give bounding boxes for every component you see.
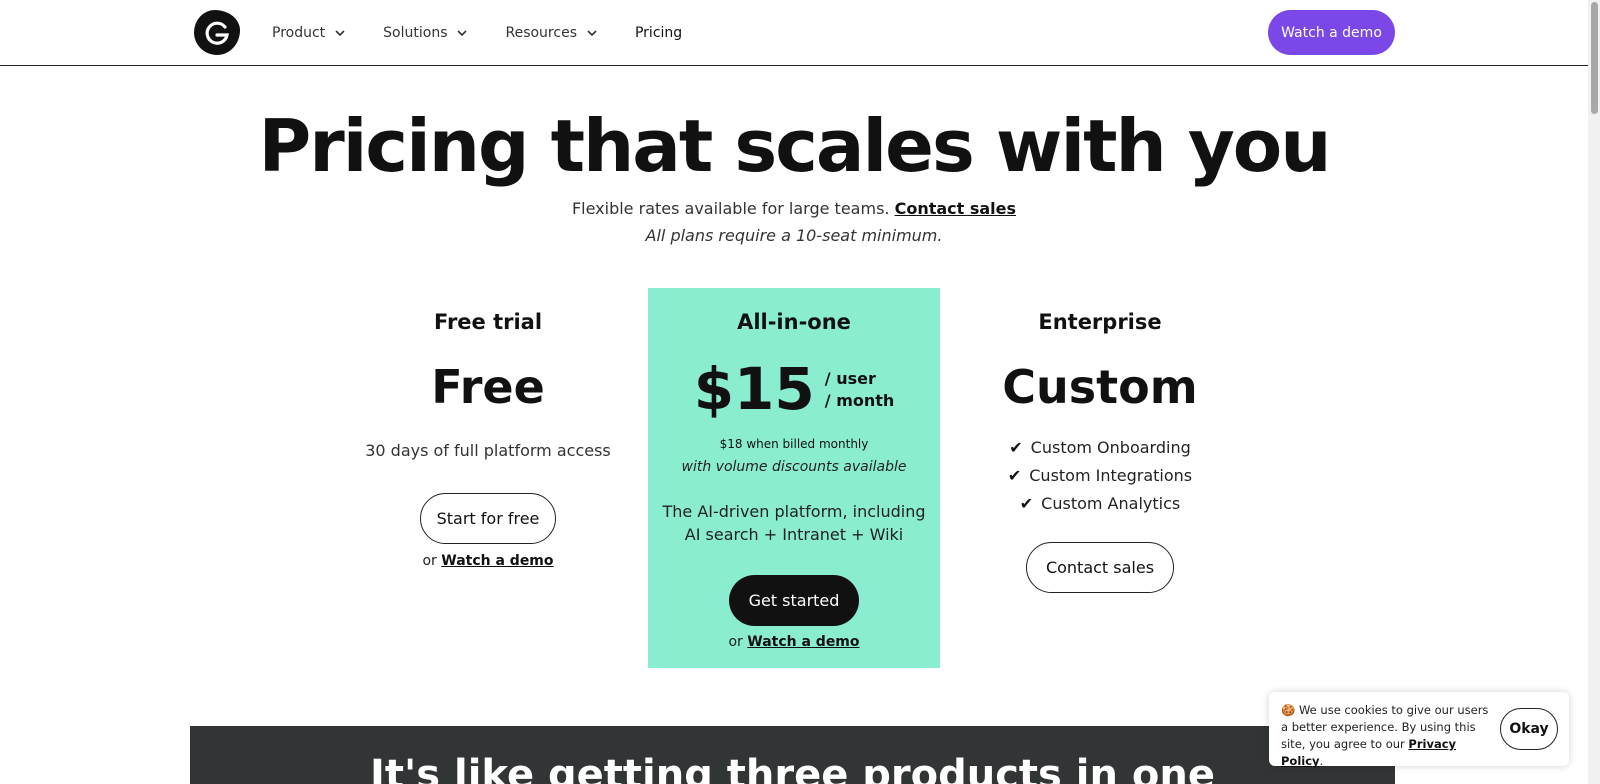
start-for-free-button[interactable]: Start for free [420, 493, 556, 544]
cookie-text: 🍪 We use cookies to give our users a bet… [1281, 702, 1489, 770]
monthly-billing-note: $18 when billed monthly [719, 437, 869, 451]
feature-label: Custom Analytics [1041, 494, 1181, 513]
feature-label: Custom Integrations [1029, 466, 1193, 485]
feature-item: ✔ Custom Onboarding [954, 434, 1246, 462]
cookie-message: We use cookies to give our users a bette… [1281, 703, 1489, 751]
nav-solutions-label: Solutions [383, 25, 448, 41]
or-watch-demo: or Watch a demo [648, 634, 940, 650]
chevron-down-icon [457, 30, 468, 37]
cookie-okay-button[interactable]: Okay [1500, 708, 1558, 750]
logo-icon[interactable] [194, 10, 240, 55]
nav-resources-label: Resources [505, 25, 577, 41]
nav-solutions[interactable]: Solutions [383, 25, 468, 41]
chevron-down-icon [587, 30, 597, 37]
nav-product[interactable]: Product [272, 25, 345, 41]
plan-all-in-one: All-in-one $15 / user / month $18 when b… [648, 288, 940, 668]
plan-free-trial: Free trial Free 30 days of full platform… [342, 288, 634, 668]
cookie-end: . [1319, 754, 1324, 768]
feature-item: ✔ Custom Analytics [954, 490, 1246, 518]
plan-price: Free [431, 360, 545, 414]
hero-subtitle-text: Flexible rates available for large teams… [571, 199, 890, 218]
feature-list: ✔ Custom Onboarding ✔ Custom Integration… [954, 434, 1246, 518]
plan-description: 30 days of full platform access [365, 441, 611, 460]
or-text: or [422, 553, 437, 569]
nav-product-label: Product [272, 25, 326, 41]
watch-demo-link[interactable]: Watch a demo [441, 553, 553, 569]
page-title: Pricing that scales with you [258, 104, 1331, 188]
checkmark-icon: ✔ [1007, 466, 1022, 485]
watch-demo-button[interactable]: Watch a demo [1268, 10, 1395, 55]
nav-pricing[interactable]: Pricing [635, 25, 682, 41]
band-title: It's like getting three products in one [370, 752, 1215, 784]
plan-description: The AI-driven platform, including AI sea… [648, 500, 940, 546]
plan-description-line1: The AI-driven platform, including [662, 502, 926, 521]
per-user-label: / user [824, 369, 876, 388]
checkmark-icon: ✔ [1019, 494, 1034, 513]
price-unit: / user / month [825, 368, 895, 412]
seat-minimum-note: All plans require a 10-seat minimum. [645, 226, 943, 245]
cookie-icon: 🍪 [1281, 703, 1296, 717]
per-month-label: / month [824, 391, 895, 410]
or-text: or [728, 634, 743, 650]
chevron-down-icon [335, 30, 345, 37]
plan-price-block: $15 / user / month [648, 354, 940, 424]
main-nav: Product Solutions Resources Pricing [272, 0, 720, 66]
get-started-button[interactable]: Get started [729, 575, 859, 626]
or-watch-demo: or Watch a demo [342, 553, 634, 569]
nav-resources[interactable]: Resources [505, 25, 597, 41]
volume-discount-note: with volume discounts available [681, 459, 907, 475]
feature-item: ✔ Custom Integrations [954, 462, 1246, 490]
hero-subtitle: Flexible rates available for large teams… [0, 199, 1588, 218]
plan-price: $15 [693, 355, 815, 423]
plan-price: Custom [1002, 360, 1198, 414]
plan-description-line2: AI search + Intranet + Wiki [684, 525, 904, 544]
plan-name: All-in-one [737, 310, 851, 334]
scrollbar-track[interactable] [1588, 0, 1600, 784]
feature-label: Custom Onboarding [1030, 438, 1191, 457]
contact-sales-button[interactable]: Contact sales [1026, 542, 1174, 593]
cookie-banner: 🍪 We use cookies to give our users a bet… [1269, 692, 1569, 768]
scrollbar-thumb[interactable] [1591, 2, 1598, 114]
contact-sales-link[interactable]: Contact sales [895, 199, 1016, 218]
site-header: Product Solutions Resources Pricing Watc… [0, 0, 1588, 66]
checkmark-icon: ✔ [1009, 438, 1023, 457]
plan-name: Enterprise [1038, 310, 1162, 334]
products-band: It's like getting three products in one [190, 726, 1395, 784]
watch-demo-link[interactable]: Watch a demo [747, 634, 859, 650]
plan-enterprise: Enterprise Custom ✔ Custom Onboarding ✔ … [954, 288, 1246, 668]
plan-name: Free trial [433, 310, 543, 334]
nav-pricing-label: Pricing [634, 25, 683, 41]
